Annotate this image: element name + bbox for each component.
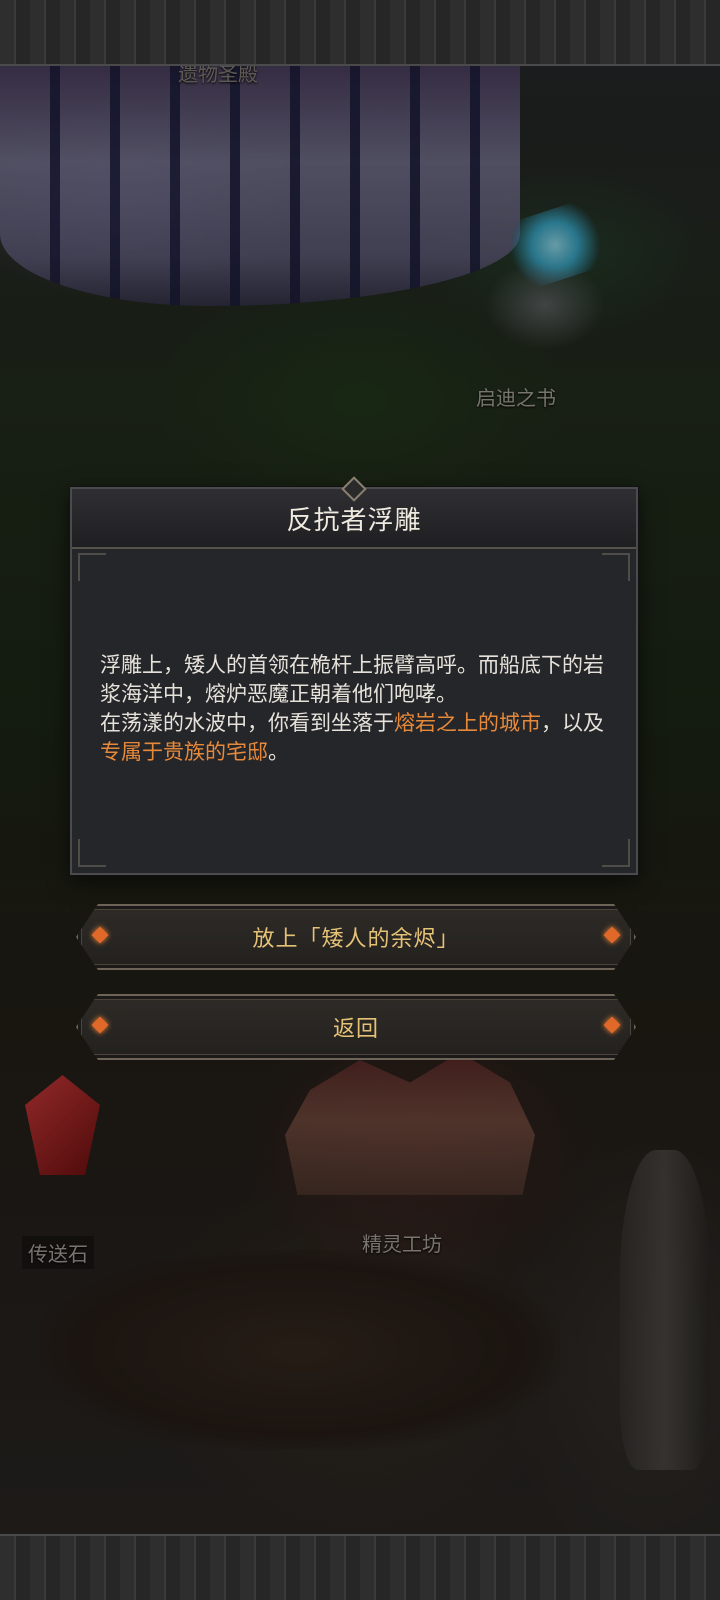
back-label: 返回 <box>332 1017 379 1042</box>
corner-ornament <box>602 553 630 581</box>
diamond-gem-icon <box>92 927 109 944</box>
corner-ornament <box>78 553 106 581</box>
relief-dialog: 反抗者浮雕 浮雕上，矮人的首领在桅杆上振臂高呼。而船底下的岩浆海洋中，熔炉恶魔正… <box>70 476 638 875</box>
diamond-gem-icon <box>604 927 621 944</box>
description-text: ，以及 <box>541 711 604 735</box>
corner-ornament <box>78 839 106 867</box>
description-text: 在荡漾的水波中，你看到坐落于 <box>100 711 394 735</box>
diamond-gem-icon <box>604 1017 621 1034</box>
diamond-gem-icon <box>92 1017 109 1034</box>
back-button[interactable]: 返回 <box>76 994 636 1060</box>
top-frame-border <box>0 0 720 66</box>
highlight-lava-city: 熔岩之上的城市 <box>394 711 541 735</box>
place-ember-label: 放上「矮人的余烬」 <box>252 927 460 952</box>
place-ember-button[interactable]: 放上「矮人的余烬」 <box>76 904 636 970</box>
highlight-noble-mansion: 专属于贵族的宅邸 <box>100 740 268 764</box>
description-text: 。 <box>268 740 289 764</box>
description-line-1: 浮雕上，矮人的首领在桅杆上振臂高呼。而船底下的岩浆海洋中，熔炉恶魔正朝着他们咆哮… <box>100 653 604 706</box>
description-line-2: 在荡漾的水波中，你看到坐落于熔岩之上的城市，以及专属于贵族的宅邸。 <box>100 709 612 767</box>
bottom-frame-border <box>0 1534 720 1600</box>
dialog-description: 浮雕上，矮人的首领在桅杆上振臂高呼。而船底下的岩浆海洋中，熔炉恶魔正朝着他们咆哮… <box>100 651 612 767</box>
corner-ornament <box>602 839 630 867</box>
dialog-title: 反抗者浮雕 <box>286 505 422 536</box>
